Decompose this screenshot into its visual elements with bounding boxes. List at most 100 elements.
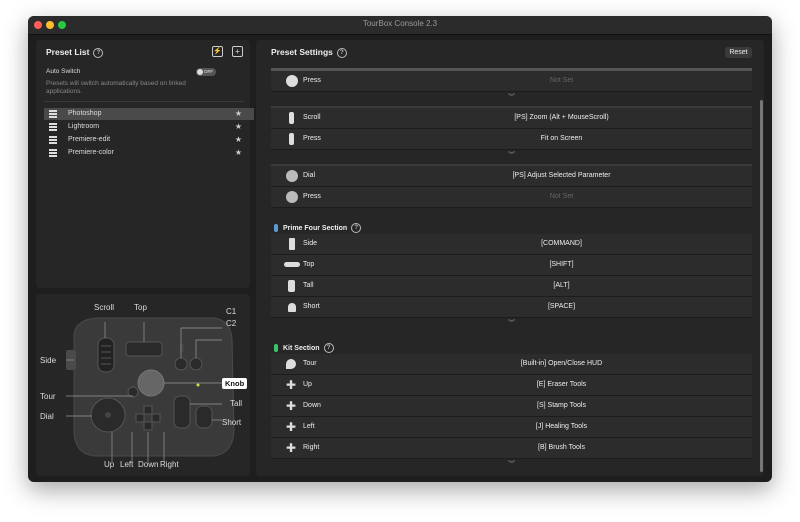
preset-icon (49, 123, 57, 131)
divider (44, 101, 244, 102)
dial-press-icon (286, 191, 298, 203)
preset-icon (49, 149, 57, 157)
label-c1: C1 (226, 307, 237, 316)
chevron-down-icon[interactable]: ︾ (271, 319, 752, 328)
preset-item-photoshop[interactable]: Photoshop ★ (44, 108, 254, 120)
preset-label: Premiere-color (68, 149, 114, 156)
preset-item-premiere-color[interactable]: Premiere-color ★ (44, 147, 254, 159)
toggle-state: OFF (204, 69, 213, 74)
setting-row-tall[interactable]: Tall [ALT] (271, 276, 752, 297)
preset-list-title: Preset List (46, 47, 90, 57)
auto-switch-label: Auto Switch (46, 68, 81, 75)
star-icon[interactable]: ★ (235, 109, 242, 118)
add-preset-icon[interactable]: + (232, 46, 243, 57)
setting-row-knob-press[interactable]: Press Not Set (271, 71, 752, 92)
setting-value: [B] Brush Tools (538, 444, 585, 451)
preset-settings-title: Preset Settings (271, 47, 333, 57)
setting-row-dial-press[interactable]: Press Not Set (271, 187, 752, 208)
label-top: Top (134, 303, 147, 312)
setting-name: Dial (303, 172, 316, 179)
preset-label: Lightroom (68, 123, 100, 130)
scroll-press-icon (289, 133, 294, 145)
star-icon[interactable]: ★ (235, 148, 242, 157)
preset-label: Photoshop (68, 110, 102, 117)
scroll-icon (289, 112, 294, 124)
setting-row-top[interactable]: Top [SHIFT] (271, 255, 752, 276)
top-icon (284, 262, 300, 267)
setting-name: Press (303, 135, 321, 142)
toggle-knob (197, 69, 203, 75)
short-icon (288, 303, 296, 312)
section-title: Prime Four Section (283, 224, 348, 232)
scrollbar-thumb[interactable] (760, 100, 763, 472)
setting-name: Right (303, 444, 320, 451)
help-icon[interactable]: ? (93, 47, 104, 58)
setting-row-side[interactable]: Side [COMMAND] (271, 234, 752, 255)
preset-icon (49, 110, 57, 118)
auto-switch-description: Presets will switch automatically based … (46, 80, 186, 95)
setting-row-up[interactable]: ✚ Up [E] Eraser Tools (271, 375, 752, 396)
setting-name: Short (303, 303, 320, 310)
preset-item-lightroom[interactable]: Lightroom ★ (44, 121, 254, 133)
label-short: Short (222, 418, 242, 427)
setting-value: Not Set (549, 193, 574, 200)
auto-switch-toggle[interactable]: OFF (196, 68, 216, 76)
setting-row-left[interactable]: ✚ Left [J] Healing Tools (271, 417, 752, 438)
setting-value: [PS] Zoom (Alt + MouseScroll) (514, 114, 609, 121)
tourbox-device-illustration: ᛝ (66, 317, 235, 462)
label-up: Up (104, 460, 115, 469)
setting-row-down[interactable]: ✚ Down [S] Stamp Tools (271, 396, 752, 417)
setting-value: [PS] Adjust Selected Parameter (512, 172, 611, 179)
preset-list-panel: Preset List? ⚡ + Auto Switch OFF Presets… (36, 40, 254, 288)
setting-name: Left (303, 423, 315, 430)
setting-name: Up (303, 381, 312, 388)
setting-value: [Built-in] Open/Close HUD (520, 360, 603, 367)
label-c2: C2 (226, 319, 237, 328)
setting-name: Press (303, 193, 321, 200)
section-marker (274, 344, 278, 352)
tall-icon (288, 280, 295, 292)
help-icon[interactable]: ? (336, 47, 347, 58)
label-tour: Tour (40, 392, 56, 401)
label-right: Right (160, 460, 179, 469)
chevron-down-icon[interactable]: ︾ (271, 93, 752, 102)
tour-icon (286, 359, 296, 369)
label-tall: Tall (230, 399, 243, 408)
help-icon[interactable]: ? (323, 343, 334, 353)
star-icon[interactable]: ★ (235, 122, 242, 131)
kit-section-header: Kit Section? (274, 343, 334, 353)
setting-name: Tour (303, 360, 317, 367)
setting-row-tour[interactable]: Tour [Built-in] Open/Close HUD (271, 354, 752, 375)
help-icon[interactable]: ? (351, 223, 362, 233)
label-scroll: Scroll (94, 303, 115, 312)
setting-name: Top (303, 261, 315, 268)
star-icon[interactable]: ★ (235, 135, 242, 144)
dpad-up-icon: ✚ (286, 378, 297, 392)
setting-name: Side (303, 240, 318, 247)
setting-value: [SPACE] (547, 303, 576, 310)
setting-row-scroll[interactable]: Scroll [PS] Zoom (Alt + MouseScroll) (271, 108, 752, 129)
setting-value: Fit on Screen (540, 135, 583, 142)
setting-row-dial[interactable]: Dial [PS] Adjust Selected Parameter (271, 166, 752, 187)
section-marker (274, 224, 278, 232)
setting-row-right[interactable]: ✚ Right [B] Brush Tools (271, 438, 752, 459)
setting-row-short[interactable]: Short [SPACE] (271, 297, 752, 318)
setting-value: [S] Stamp Tools (537, 402, 586, 409)
label-side: Side (40, 356, 57, 365)
title-bar: TourBox Console 2.3 (28, 16, 772, 35)
import-preset-icon[interactable]: ⚡ (212, 46, 223, 57)
setting-row-scroll-press[interactable]: Press Fit on Screen (271, 129, 752, 150)
label-down: Down (138, 460, 159, 469)
reset-button[interactable]: Reset (725, 47, 752, 58)
dpad-down-icon: ✚ (286, 399, 297, 413)
setting-name: Press (303, 77, 321, 84)
chevron-down-icon[interactable]: ︾ (271, 151, 752, 160)
dpad-left-icon: ✚ (286, 420, 297, 434)
label-knob[interactable]: Knob (222, 378, 248, 389)
chevron-down-icon[interactable]: ︾ (271, 460, 752, 469)
preset-item-premiere-edit[interactable]: Premiere-edit ★ (44, 134, 254, 146)
dpad-right-icon: ✚ (286, 441, 297, 455)
app-window: TourBox Console 2.3 Preset List? ⚡ + Aut… (28, 16, 772, 482)
label-dial: Dial (40, 412, 54, 421)
setting-name: Down (303, 402, 321, 409)
